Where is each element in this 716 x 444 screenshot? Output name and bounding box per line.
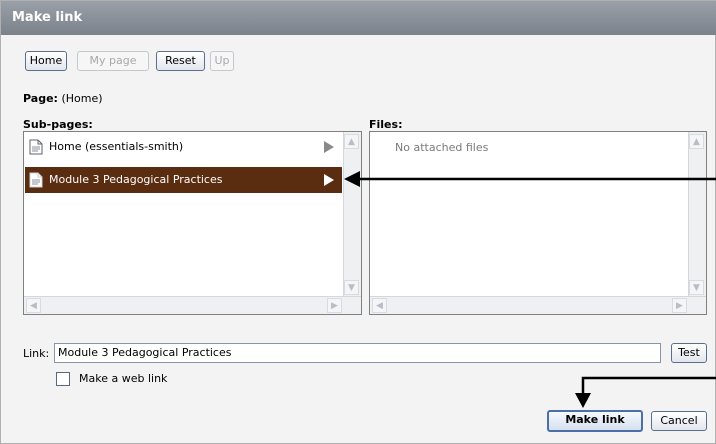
page-value: (Home) <box>61 92 103 105</box>
list-item-label: Home (essentials-smith) <box>49 140 184 153</box>
scroll-up-icon[interactable]: ▲ <box>344 134 359 149</box>
vertical-scrollbar[interactable]: ▲ ▼ <box>688 132 706 297</box>
horizontal-scrollbar[interactable]: ◀ ▶ <box>370 296 706 314</box>
up-button: Up <box>210 51 234 71</box>
vertical-scrollbar[interactable]: ▲ ▼ <box>343 132 361 297</box>
page-icon <box>29 172 43 188</box>
link-input[interactable]: Module 3 Pedagogical Practices <box>54 343 661 363</box>
title-bar[interactable]: Make link <box>1 1 716 35</box>
expand-arrow-icon[interactable] <box>324 174 334 186</box>
dialog-title: Make link <box>12 10 83 25</box>
make-link-dialog: Make link Home My page Reset Up Page: (H… <box>0 0 716 444</box>
scroll-right-icon[interactable]: ▶ <box>672 298 687 313</box>
page-indicator: Page: (Home) <box>23 92 103 105</box>
home-button[interactable]: Home <box>25 51 67 71</box>
files-label: Files: <box>369 118 403 131</box>
list-item-selected[interactable]: Module 3 Pedagogical Practices <box>25 167 342 193</box>
web-link-label: Make a web link <box>79 372 168 385</box>
scroll-down-icon[interactable]: ▼ <box>689 280 704 295</box>
expand-arrow-icon[interactable] <box>324 141 334 153</box>
files-empty-text: No attached files <box>395 141 489 154</box>
scroll-left-icon[interactable]: ◀ <box>26 298 41 313</box>
scroll-up-icon[interactable]: ▲ <box>689 134 704 149</box>
reset-button[interactable]: Reset <box>156 51 205 71</box>
list-item[interactable]: Home (essentials-smith) <box>25 134 342 160</box>
horizontal-scrollbar[interactable]: ◀ ▶ <box>24 296 361 314</box>
my-page-button: My page <box>77 51 149 71</box>
scroll-left-icon[interactable]: ◀ <box>372 298 387 313</box>
cancel-button[interactable]: Cancel <box>651 411 707 431</box>
page-icon <box>29 139 43 155</box>
web-link-checkbox[interactable] <box>56 372 70 386</box>
scroll-right-icon[interactable]: ▶ <box>327 298 342 313</box>
scroll-down-icon[interactable]: ▼ <box>344 280 359 295</box>
files-list[interactable]: No attached files ▲ ▼ ◀ ▶ <box>369 131 707 315</box>
subpages-list[interactable]: Home (essentials-smith) Module 3 Pedagog… <box>23 131 362 315</box>
list-item-label: Module 3 Pedagogical Practices <box>49 173 223 186</box>
subpages-label: Sub-pages: <box>23 118 93 131</box>
page-label: Page: <box>23 92 58 105</box>
test-button[interactable]: Test <box>671 343 707 363</box>
link-label: Link: <box>23 347 50 360</box>
make-link-button[interactable]: Make link <box>547 410 643 432</box>
